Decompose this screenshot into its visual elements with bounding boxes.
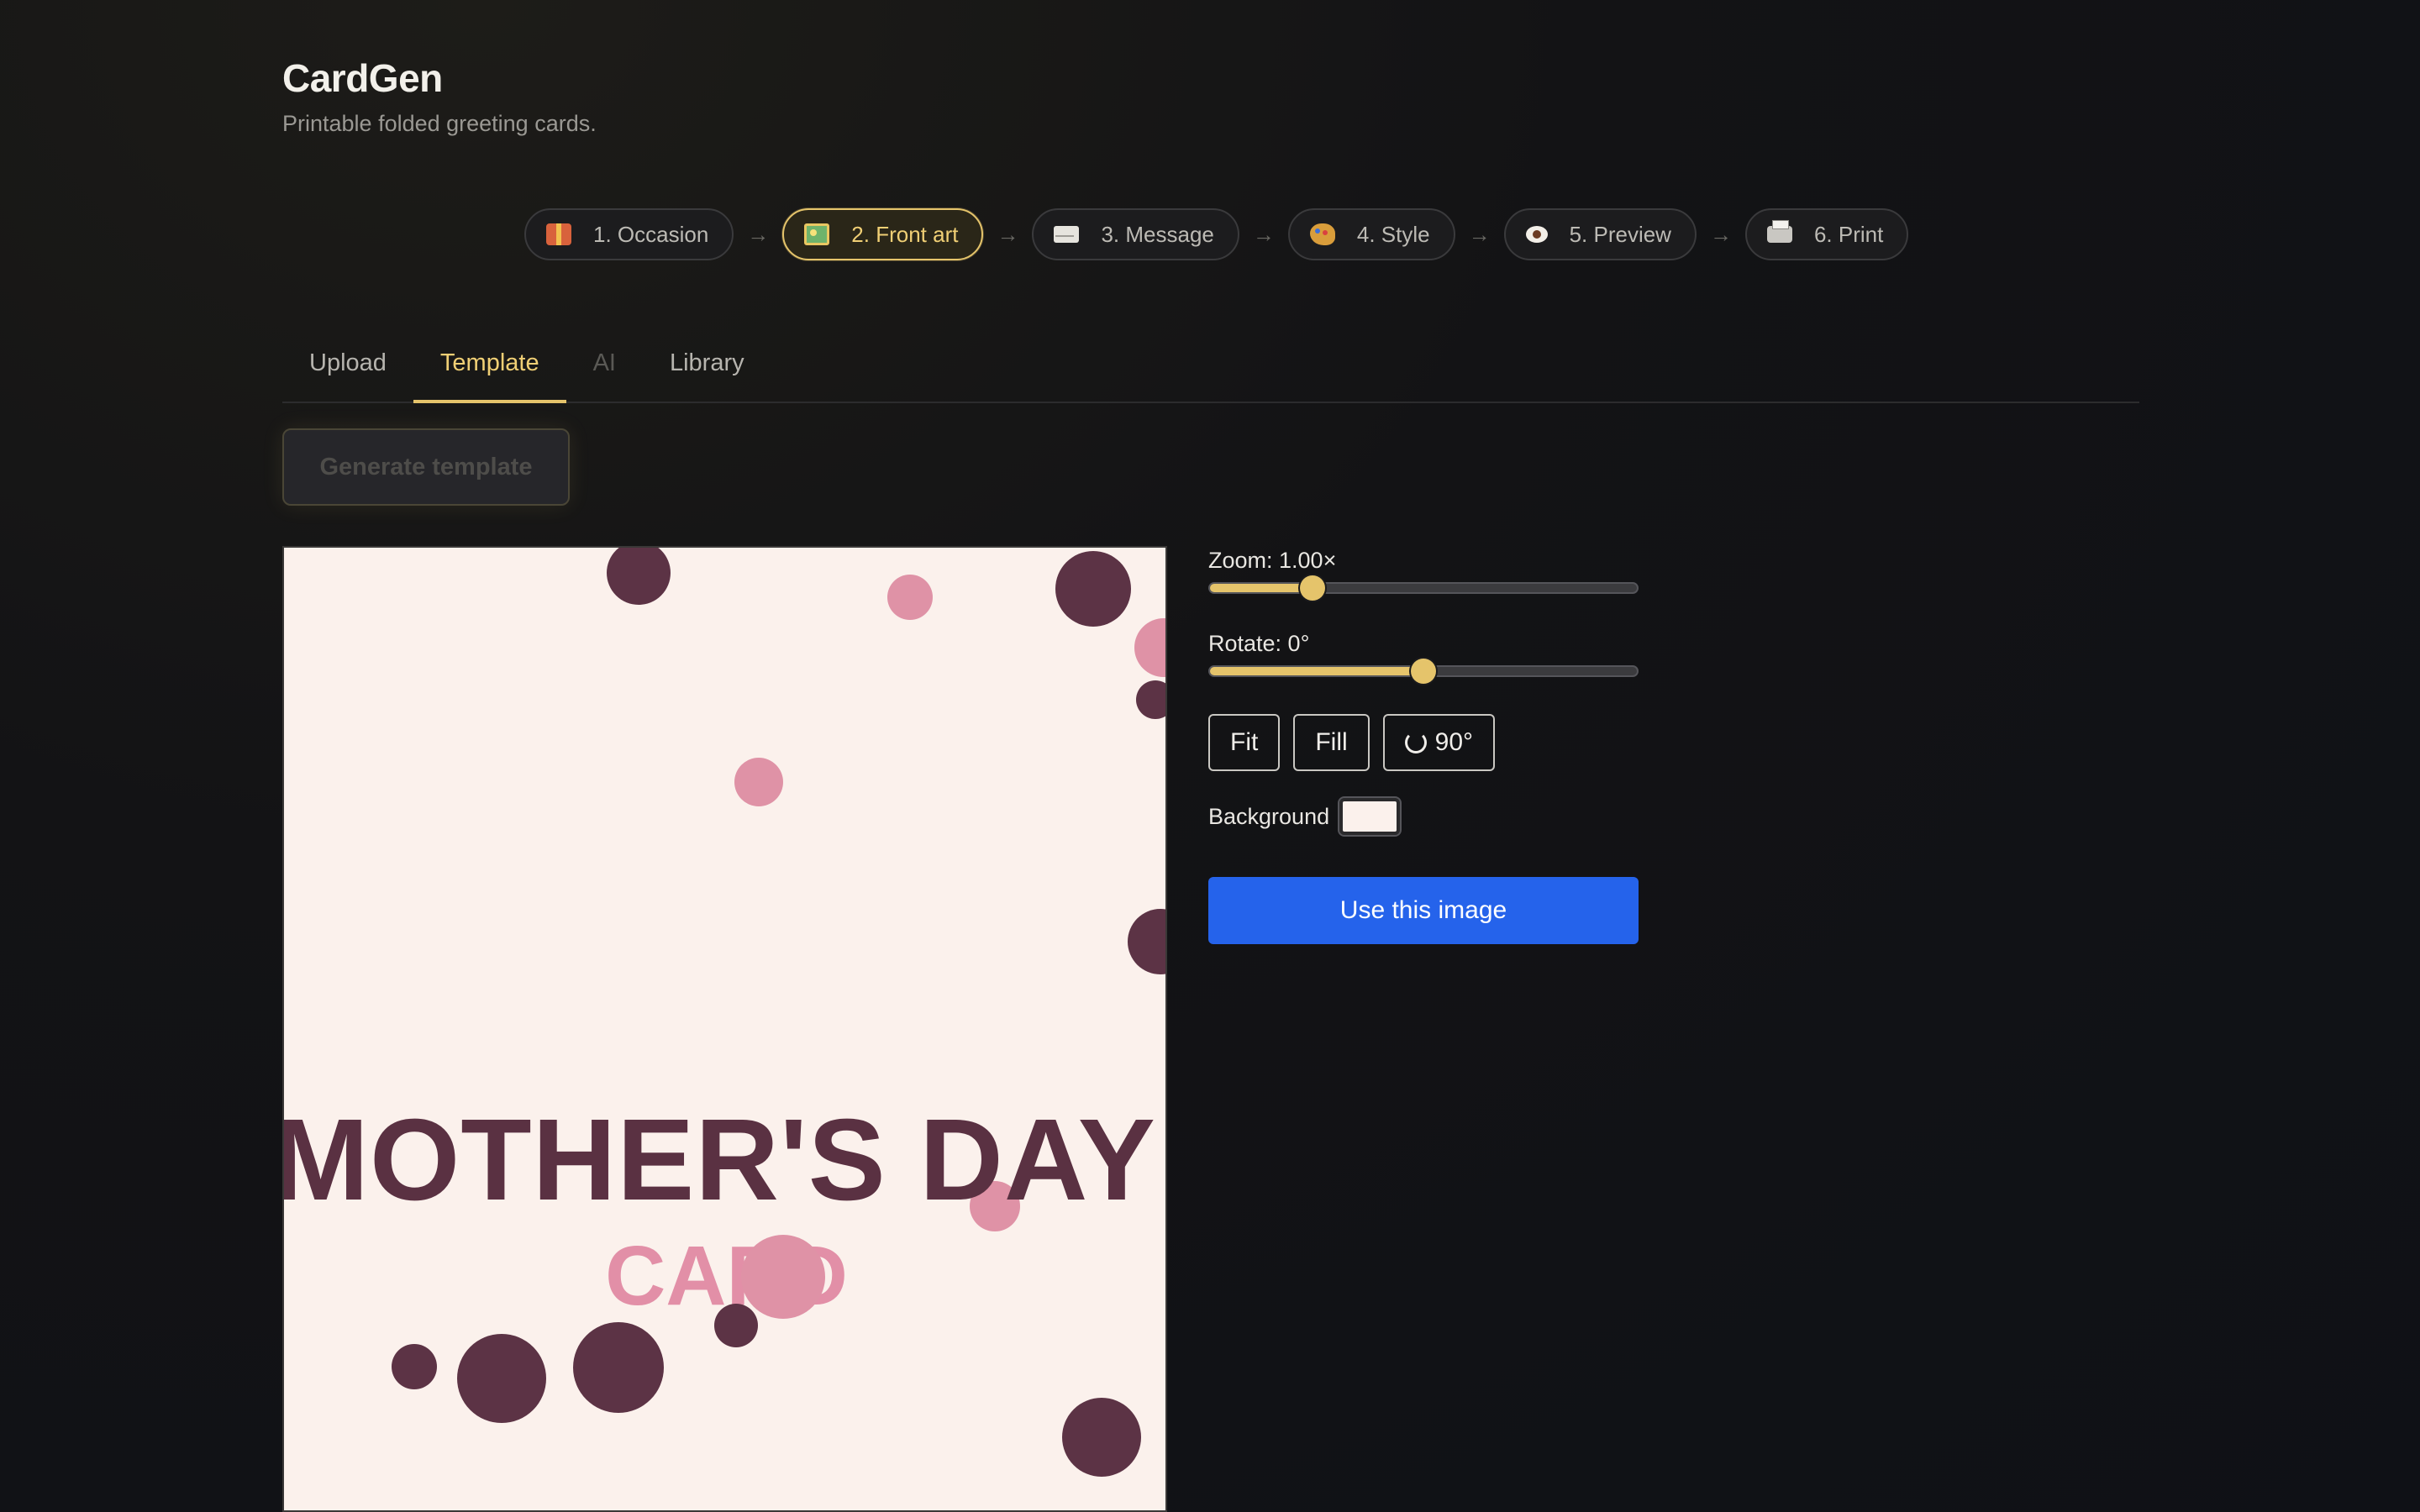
front-art-canvas[interactable]: MOTHER'S DAY CARD [282, 546, 1167, 1512]
step-label: 3. Message [1101, 221, 1214, 247]
fit-button[interactable]: Fit [1208, 714, 1281, 771]
step-label: 6. Print [1813, 221, 1884, 247]
decor-dot [1136, 680, 1165, 719]
decor-dot [1134, 618, 1165, 677]
background-color-picker[interactable] [1338, 796, 1402, 837]
eye-icon [1525, 226, 1548, 243]
decor-dot [1062, 1398, 1141, 1477]
step-preview[interactable]: 5. Preview [1503, 208, 1697, 260]
decor-dot [607, 548, 671, 605]
arrow-right-icon: → [1709, 221, 1732, 247]
rotate-90-label: 90° [1434, 728, 1474, 756]
step-label: 5. Preview [1569, 221, 1671, 247]
step-print[interactable]: 6. Print [1744, 208, 1909, 260]
zoom-slider[interactable] [1208, 575, 1639, 601]
arrow-right-icon: → [747, 221, 770, 247]
decor-dot [887, 575, 933, 620]
step-label: 1. Occasion [593, 221, 709, 247]
step-label: 4. Style [1356, 221, 1430, 247]
step-front-art[interactable]: 2. Front art [782, 208, 984, 260]
decor-dot [573, 1322, 664, 1413]
envelope-icon [1054, 226, 1080, 243]
image-controls: Zoom: 1.00× Rotate: 0° Fit Fill 90° Back… [1208, 548, 1639, 944]
step-label: 2. Front art [851, 221, 959, 247]
decor-dot [734, 758, 783, 806]
gift-icon [546, 223, 571, 245]
generate-template-button[interactable]: Generate template [282, 428, 570, 506]
app-root: CardGen Printable folded greeting cards.… [0, 0, 2420, 1512]
printer-icon [1766, 220, 1792, 243]
slider-handle[interactable] [1411, 659, 1436, 684]
image-icon [804, 223, 830, 245]
step-message[interactable]: 3. Message [1032, 208, 1239, 260]
decor-dot [714, 1304, 758, 1347]
tab-ai: AI [592, 349, 616, 376]
decor-dot [1055, 551, 1131, 627]
arrow-right-icon: → [1252, 221, 1275, 247]
slider-fill [1210, 667, 1423, 675]
fill-button[interactable]: Fill [1293, 714, 1370, 771]
decor-dot [1128, 909, 1165, 974]
decor-dot [457, 1334, 546, 1423]
rotate-icon [1404, 732, 1427, 753]
source-tabs: Upload Template AI Library [282, 336, 2139, 403]
fit-buttons: Fit Fill 90° [1208, 714, 1639, 771]
slider-fill [1210, 584, 1313, 592]
background-row: Background [1208, 796, 1639, 837]
step-occasion[interactable]: 1. Occasion [524, 208, 734, 260]
tab-library[interactable]: Library [643, 336, 771, 402]
decor-dot [741, 1235, 825, 1319]
app-subtitle: Printable folded greeting cards. [282, 111, 597, 136]
tab-upload[interactable]: Upload [282, 336, 413, 402]
wizard-stepper: 1. Occasion → 2. Front art → 3. Message … [524, 208, 1909, 260]
background-label: Background [1208, 803, 1330, 829]
decor-dot [392, 1344, 437, 1389]
arrow-right-icon: → [997, 221, 1019, 247]
use-this-image-button[interactable]: Use this image [1208, 877, 1639, 944]
tab-template[interactable]: Template [413, 336, 566, 403]
palette-icon [1309, 223, 1335, 245]
step-style[interactable]: 4. Style [1287, 208, 1455, 260]
slider-handle[interactable] [1299, 575, 1325, 601]
art-title: MOTHER'S DAY [282, 1095, 1156, 1225]
header: CardGen Printable folded greeting cards. [282, 55, 597, 137]
rotate-90-button[interactable]: 90° [1382, 714, 1496, 771]
zoom-label: Zoom: 1.00× [1208, 548, 1337, 573]
rotate-label: Rotate: 0° [1208, 631, 1310, 656]
rotate-slider[interactable] [1208, 659, 1639, 684]
arrow-right-icon: → [1468, 221, 1491, 247]
app-title: CardGen [282, 56, 443, 100]
